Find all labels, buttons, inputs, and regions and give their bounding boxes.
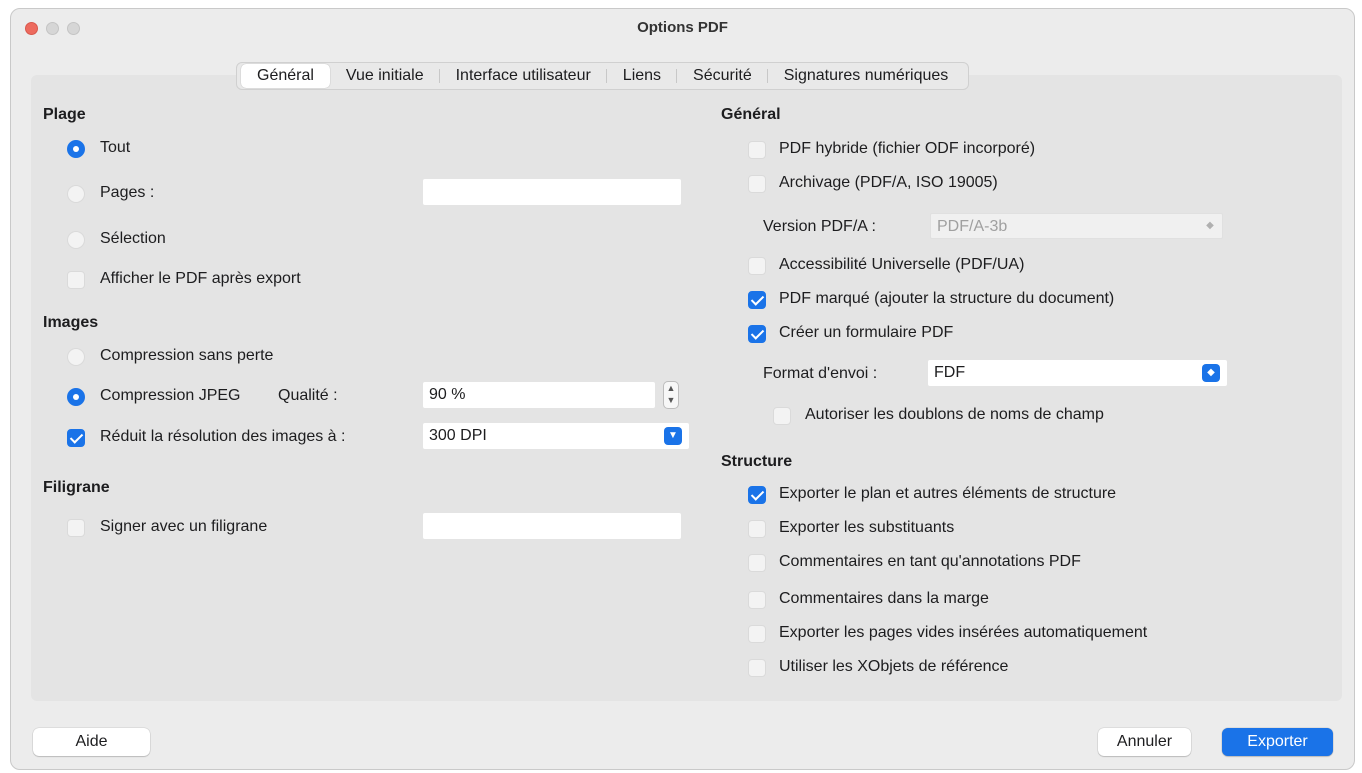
tagged-pdf-label: PDF marqué (ajouter la structure du docu… <box>779 290 1115 307</box>
up-down-arrows-icon[interactable]: ▲ ▼ <box>663 381 679 409</box>
watermark-input[interactable] <box>423 513 681 539</box>
watermark-checkbox[interactable] <box>67 519 85 537</box>
submit-format-label: Format d'envoi : <box>763 365 878 382</box>
create-form-checkbox[interactable] <box>748 325 766 343</box>
universal-accessibility-label: Accessibilité Universelle (PDF/UA) <box>779 256 1025 273</box>
plage-heading: Plage <box>43 106 86 123</box>
submit-format-select[interactable]: FDF <box>928 360 1227 386</box>
reduce-resolution-checkbox[interactable] <box>67 429 85 447</box>
range-pages-label: Pages : <box>100 184 155 201</box>
structure-heading: Structure <box>721 453 793 470</box>
options-pdf-dialog: Options PDF Général Vue initiale Interfa… <box>10 8 1355 770</box>
view-after-export-label: Afficher le PDF après export <box>100 270 301 287</box>
range-selection-label: Sélection <box>100 230 166 247</box>
export-outline-label: Exporter le plan et autres éléments de s… <box>779 485 1117 502</box>
pdfa-version-label: Version PDF/A : <box>763 218 876 235</box>
tab-user-interface[interactable]: Interface utilisateur <box>440 64 607 88</box>
lossless-compression-radio[interactable] <box>67 348 85 366</box>
jpeg-compression-label: Compression JPEG <box>100 387 241 404</box>
range-pages-radio[interactable] <box>67 185 85 203</box>
help-button[interactable]: Aide <box>33 728 150 756</box>
range-selection-radio[interactable] <box>67 231 85 249</box>
pdfa-version-select[interactable]: PDF/A-3b <box>930 213 1223 239</box>
general-heading: Général <box>721 106 781 123</box>
comments-margin-label: Commentaires dans la marge <box>779 590 989 607</box>
duplicate-field-names-label: Autoriser les doublons de noms de champ <box>805 406 1104 423</box>
images-heading: Images <box>43 314 99 331</box>
tab-digital-signatures[interactable]: Signatures numériques <box>768 64 965 88</box>
export-placeholders-label: Exporter les substituants <box>779 519 955 536</box>
export-outline-checkbox[interactable] <box>748 486 766 504</box>
export-placeholders-checkbox[interactable] <box>748 520 766 538</box>
tagged-pdf-checkbox[interactable] <box>748 291 766 309</box>
up-down-arrows-icon: ◆ <box>1201 217 1219 235</box>
universal-accessibility-checkbox[interactable] <box>748 257 766 275</box>
archive-pdfa-label: Archivage (PDF/A, ISO 19005) <box>779 174 998 191</box>
hybrid-pdf-label: PDF hybride (fichier ODF incorporé) <box>779 140 1036 157</box>
tab-initial-view[interactable]: Vue initiale <box>330 64 440 88</box>
reduce-resolution-label: Réduit la résolution des images à : <box>100 428 346 445</box>
pages-input[interactable] <box>423 179 681 205</box>
title-bar: Options PDF <box>11 9 1354 47</box>
watermark-label: Signer avec un filigrane <box>100 518 268 535</box>
tab-links[interactable]: Liens <box>607 64 678 88</box>
lossless-compression-label: Compression sans perte <box>100 347 274 364</box>
reference-xobjects-checkbox[interactable] <box>748 659 766 677</box>
export-blank-pages-label: Exporter les pages vides insérées automa… <box>779 624 1148 641</box>
comments-annotations-checkbox[interactable] <box>748 554 766 572</box>
range-all-label: Tout <box>100 139 131 156</box>
tab-security[interactable]: Sécurité <box>677 64 768 88</box>
create-form-label: Créer un formulaire PDF <box>779 324 954 341</box>
export-blank-pages-checkbox[interactable] <box>748 625 766 643</box>
quality-input[interactable]: 90 % <box>423 382 655 408</box>
resolution-select[interactable]: 300 DPI <box>423 423 689 449</box>
tab-bar: Général Vue initiale Interface utilisate… <box>236 62 970 90</box>
reference-xobjects-label: Utiliser les XObjets de référence <box>779 658 1009 675</box>
hybrid-pdf-checkbox[interactable] <box>748 141 766 159</box>
jpeg-compression-radio[interactable] <box>67 388 85 406</box>
quality-label: Qualité : <box>278 387 338 404</box>
up-down-arrows-icon[interactable]: ◆ <box>1202 364 1220 382</box>
export-button[interactable]: Exporter <box>1222 728 1333 756</box>
watermark-heading: Filigrane <box>43 479 110 496</box>
archive-pdfa-checkbox[interactable] <box>748 175 766 193</box>
chevron-down-icon[interactable]: ▼ <box>664 427 682 445</box>
range-all-radio[interactable] <box>67 140 85 158</box>
comments-margin-checkbox[interactable] <box>748 591 766 609</box>
cancel-button[interactable]: Annuler <box>1098 728 1191 756</box>
tab-general[interactable]: Général <box>241 64 330 88</box>
view-after-export-checkbox[interactable] <box>67 271 85 289</box>
duplicate-field-names-checkbox[interactable] <box>773 407 791 425</box>
window-title: Options PDF <box>637 19 728 36</box>
comments-annotations-label: Commentaires en tant qu'annotations PDF <box>779 553 1081 570</box>
